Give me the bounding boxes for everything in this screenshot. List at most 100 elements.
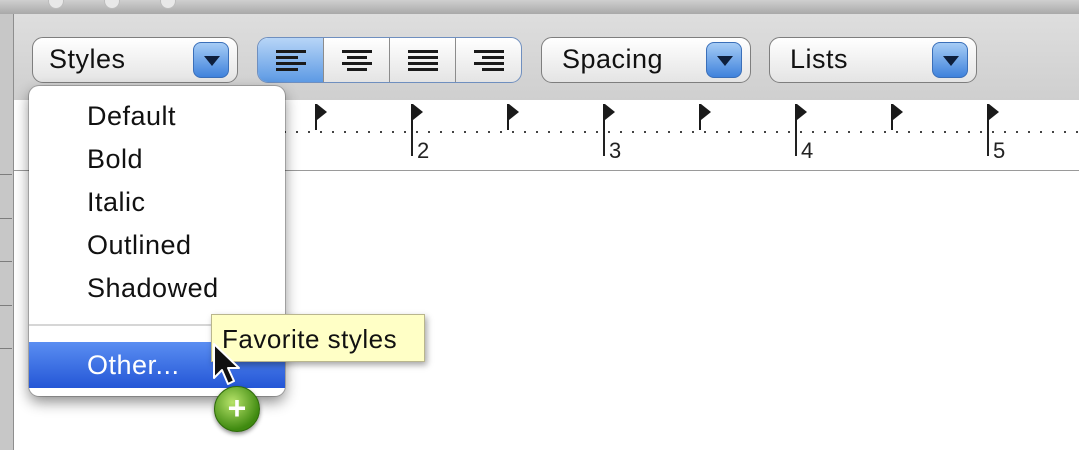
ruler-minor-tick [488, 131, 490, 133]
ruler-minor-tick [320, 131, 322, 133]
tab-stop-marker[interactable] [413, 104, 423, 120]
ruler-minor-tick [764, 131, 766, 133]
ruler-minor-tick [728, 131, 730, 133]
window-left-edge [0, 14, 14, 450]
ruler-major-tick [987, 130, 989, 156]
ruler-minor-tick [908, 131, 910, 133]
spacing-popup-button[interactable]: Spacing [541, 37, 751, 83]
tab-stop-marker[interactable] [317, 104, 327, 120]
ruler-minor-tick [1064, 131, 1066, 133]
ruler-number: 5 [993, 138, 1006, 163]
ruler-minor-tick [428, 131, 430, 133]
spacing-popup-label: Spacing [562, 44, 664, 74]
alignment-segmented-control [257, 37, 522, 83]
ruler-minor-tick [848, 131, 850, 133]
ruler-minor-tick [692, 131, 694, 133]
menu-item-default[interactable]: Default [87, 101, 176, 132]
ruler-major-tick [795, 130, 797, 156]
align-right-button[interactable] [456, 38, 521, 82]
align-center-button[interactable] [324, 38, 390, 82]
ruler-minor-tick [920, 131, 922, 133]
ruler-minor-tick [512, 131, 514, 133]
ruler-minor-tick [752, 131, 754, 133]
ruler-minor-tick [356, 131, 358, 133]
ruler-minor-tick [800, 131, 802, 133]
ruler-minor-tick [476, 131, 478, 133]
ruler-minor-tick [344, 131, 346, 133]
ruler-minor-tick [584, 131, 586, 133]
tab-stop-marker[interactable] [989, 104, 999, 120]
tab-stop-marker[interactable] [605, 104, 615, 120]
ruler-major-tick [603, 130, 605, 156]
menu-item-italic[interactable]: Italic [87, 187, 146, 218]
ruler-minor-tick [296, 131, 298, 133]
align-left-button[interactable] [258, 38, 324, 82]
ruler-minor-tick [440, 131, 442, 133]
styles-popup-button[interactable]: Styles [32, 37, 238, 83]
ruler-minor-tick [836, 131, 838, 133]
ruler-minor-tick [1016, 131, 1018, 133]
menu-item-other[interactable]: Other... [87, 350, 180, 381]
tab-stop-marker[interactable] [509, 104, 519, 120]
ruler-minor-tick [716, 131, 718, 133]
lists-popup-button[interactable]: Lists [769, 37, 977, 83]
add-plus-icon: + [214, 386, 260, 432]
ruler-minor-tick [872, 131, 874, 133]
tab-stop-marker[interactable] [893, 104, 903, 120]
ruler-major-tick [411, 130, 413, 156]
ruler-minor-tick [1052, 131, 1054, 133]
ruler-minor-tick [536, 131, 538, 133]
close-window-icon[interactable] [48, 0, 64, 9]
ruler-minor-tick [572, 131, 574, 133]
ruler-minor-tick [332, 131, 334, 133]
arrow-cursor-icon [213, 343, 240, 385]
ruler-minor-tick [932, 131, 934, 133]
ruler-minor-tick [632, 131, 634, 133]
ruler-minor-tick [668, 131, 670, 133]
window-titlebar [0, 0, 1079, 14]
lists-popup-label: Lists [790, 44, 849, 74]
chevron-down-icon[interactable] [193, 42, 229, 78]
chevron-down-icon[interactable] [932, 42, 968, 78]
ruler-minor-tick [860, 131, 862, 133]
ruler-minor-tick [596, 131, 598, 133]
ruler-minor-tick [812, 131, 814, 133]
align-justify-button[interactable] [390, 38, 456, 82]
ruler-minor-tick [704, 131, 706, 133]
ruler-minor-tick [368, 131, 370, 133]
ruler-minor-tick [548, 131, 550, 133]
ruler-minor-tick [980, 131, 982, 133]
ruler-minor-tick [824, 131, 826, 133]
tab-stop-marker[interactable] [701, 104, 711, 120]
ruler-minor-tick [884, 131, 886, 133]
menu-item-outlined[interactable]: Outlined [87, 230, 192, 261]
ruler-minor-tick [560, 131, 562, 133]
minimize-window-icon[interactable] [104, 0, 120, 9]
ruler-minor-tick [992, 131, 994, 133]
ruler-minor-tick [416, 131, 418, 133]
ruler-minor-tick [644, 131, 646, 133]
chevron-down-icon[interactable] [706, 42, 742, 78]
ruler-minor-tick [608, 131, 610, 133]
ruler-minor-tick [944, 131, 946, 133]
ruler-minor-tick [776, 131, 778, 133]
ruler-minor-tick [788, 131, 790, 133]
ruler-minor-tick [740, 131, 742, 133]
ruler-number: 4 [801, 138, 814, 163]
ruler-minor-tick [464, 131, 466, 133]
ruler-minor-tick [680, 131, 682, 133]
ruler-minor-tick [1040, 131, 1042, 133]
ruler-minor-tick [452, 131, 454, 133]
ruler-minor-tick [392, 131, 394, 133]
ruler-minor-tick [620, 131, 622, 133]
ruler-minor-tick [968, 131, 970, 133]
tooltip-text: Favorite styles [222, 324, 398, 354]
zoom-window-icon[interactable] [160, 0, 176, 9]
tab-stop-marker[interactable] [797, 104, 807, 120]
menu-item-bold[interactable]: Bold [87, 144, 143, 175]
ruler-minor-tick [524, 131, 526, 133]
ruler-minor-tick [1028, 131, 1030, 133]
menu-item-shadowed[interactable]: Shadowed [87, 273, 219, 304]
ruler-minor-tick [896, 131, 898, 133]
ruler-minor-tick [1076, 131, 1078, 133]
